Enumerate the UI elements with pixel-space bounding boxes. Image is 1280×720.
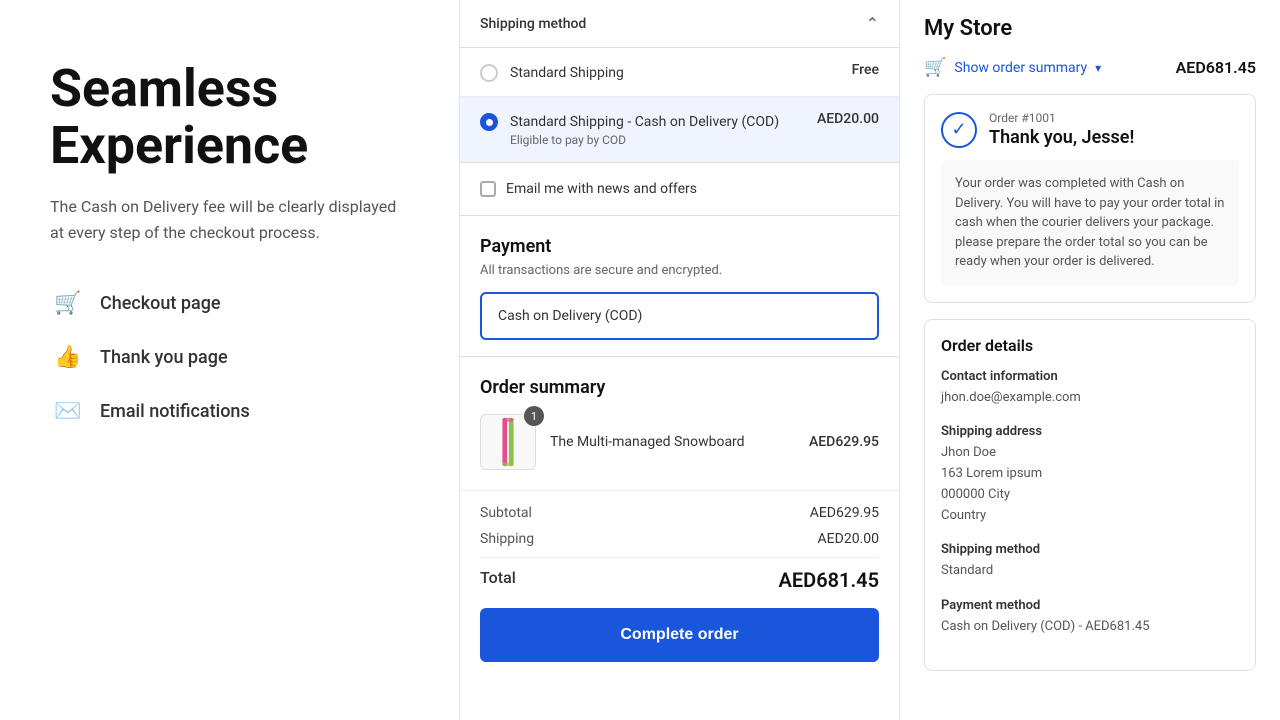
order-summary-toggle[interactable]: 🛒 Show order summary ▾ AED681.45 bbox=[924, 57, 1256, 78]
order-confirmed-description: Your order was completed with Cash on De… bbox=[941, 160, 1239, 286]
order-number: Order #1001 bbox=[989, 111, 1134, 125]
email-checkbox-label[interactable]: Email me with news and offers bbox=[506, 181, 697, 197]
feature-checkout: 🛒 Checkout page bbox=[50, 286, 409, 322]
order-details-title: Order details bbox=[941, 336, 1239, 355]
shipping-address-label: Shipping address bbox=[941, 424, 1239, 439]
order-details-card: Order details Contact information jhon.d… bbox=[924, 319, 1256, 672]
shipping-cod-name: Standard Shipping - Cash on Delivery (CO… bbox=[510, 114, 779, 130]
thankyou-icon: 👍 bbox=[50, 340, 86, 376]
payment-method-value: Cash on Delivery (COD) - AED681.45 bbox=[941, 617, 1239, 638]
product-row: 1 The Multi-managed Snowboard AED629.95 bbox=[480, 414, 879, 470]
totals-section: Subtotal AED629.95 Shipping AED20.00 Tot… bbox=[460, 490, 899, 592]
shipping-standard-price: Free bbox=[852, 62, 879, 78]
email-checkbox[interactable] bbox=[480, 181, 496, 197]
checkout-icon: 🛒 bbox=[50, 286, 86, 322]
shipping-label: Shipping bbox=[480, 531, 534, 547]
payment-title: Payment bbox=[480, 236, 879, 257]
shipping-cod-sub: Eligible to pay by COD bbox=[510, 133, 805, 147]
cart-icon: 🛒 bbox=[924, 57, 946, 78]
radio-cod[interactable] bbox=[480, 113, 498, 131]
shipping-chevron-icon: ⌃ bbox=[866, 14, 879, 33]
subtotal-value: AED629.95 bbox=[810, 505, 879, 521]
email-section: Email me with news and offers bbox=[460, 163, 899, 216]
shipping-address-section: Shipping address Jhon Doe 163 Lorem ipsu… bbox=[941, 424, 1239, 526]
show-summary-text[interactable]: Show order summary bbox=[954, 60, 1087, 76]
payment-section: Payment All transactions are secure and … bbox=[460, 216, 899, 357]
payment-method-label: Payment method bbox=[941, 598, 1239, 613]
shipping-address-country: Country bbox=[941, 506, 1239, 527]
contact-info-value: jhon.doe@example.com bbox=[941, 388, 1239, 409]
shipping-section: Shipping method ⌃ Standard Shipping Free… bbox=[460, 0, 899, 163]
headline: Seamless Experience bbox=[50, 60, 409, 174]
check-symbol: ✓ bbox=[951, 119, 966, 140]
product-quantity-badge: 1 bbox=[524, 406, 544, 426]
order-confirmed-info: Order #1001 Thank you, Jesse! bbox=[989, 111, 1134, 148]
order-summary-section: Order summary 1 The Multi-managed Snowbo… bbox=[460, 357, 899, 470]
right-panel: My Store 🛒 Show order summary ▾ AED681.4… bbox=[900, 0, 1280, 720]
summary-chevron-icon: ▾ bbox=[1095, 61, 1101, 75]
radio-cod-inner bbox=[486, 119, 493, 126]
feature-thankyou: 👍 Thank you page bbox=[50, 340, 409, 376]
shipping-method-section: Shipping method Standard bbox=[941, 542, 1239, 582]
middle-panel: Shipping method ⌃ Standard Shipping Free… bbox=[460, 0, 900, 720]
contact-info-section: Contact information jhon.doe@example.com bbox=[941, 369, 1239, 409]
shipping-cod-price: AED20.00 bbox=[817, 111, 879, 127]
description: The Cash on Delivery fee will be clearly… bbox=[50, 194, 409, 245]
shipping-option-cod-info: Standard Shipping - Cash on Delivery (CO… bbox=[510, 111, 805, 147]
contact-info-label: Contact information bbox=[941, 369, 1239, 384]
grand-total-value: AED681.45 bbox=[779, 568, 879, 592]
left-panel: Seamless Experience The Cash on Delivery… bbox=[0, 0, 460, 720]
shipping-address-name: Jhon Doe bbox=[941, 443, 1239, 464]
subtotal-row: Subtotal AED629.95 bbox=[480, 505, 879, 521]
shipping-option-standard[interactable]: Standard Shipping Free bbox=[460, 48, 899, 97]
shipping-row: Shipping AED20.00 bbox=[480, 531, 879, 547]
product-name: The Multi-managed Snowboard bbox=[550, 434, 795, 450]
shipping-standard-name: Standard Shipping bbox=[510, 65, 624, 81]
toggle-left: 🛒 Show order summary ▾ bbox=[924, 57, 1101, 78]
shipping-header[interactable]: Shipping method ⌃ bbox=[460, 0, 899, 48]
shipping-section-title: Shipping method bbox=[480, 16, 586, 32]
email-label: Email notifications bbox=[100, 401, 250, 422]
order-total-display: AED681.45 bbox=[1176, 58, 1256, 77]
payment-subtitle: All transactions are secure and encrypte… bbox=[480, 263, 879, 278]
shipping-option-cod[interactable]: Standard Shipping - Cash on Delivery (CO… bbox=[460, 97, 899, 162]
order-confirmed-card: ✓ Order #1001 Thank you, Jesse! Your ord… bbox=[924, 94, 1256, 303]
checkout-label: Checkout page bbox=[100, 293, 221, 314]
grand-total-label: Total bbox=[480, 568, 516, 592]
subtotal-label: Subtotal bbox=[480, 505, 532, 521]
thank-you-text: Thank you, Jesse! bbox=[989, 127, 1134, 148]
product-image-wrapper: 1 bbox=[480, 414, 536, 470]
complete-order-button[interactable]: Complete order bbox=[480, 608, 879, 662]
shipping-option-standard-info: Standard Shipping bbox=[510, 62, 840, 81]
radio-standard[interactable] bbox=[480, 64, 498, 82]
thankyou-label: Thank you page bbox=[100, 347, 228, 368]
order-summary-title: Order summary bbox=[480, 377, 879, 398]
check-circle-icon: ✓ bbox=[941, 112, 977, 148]
shipping-value: AED20.00 bbox=[818, 531, 879, 547]
shipping-method-label: Shipping method bbox=[941, 542, 1239, 557]
product-image-svg bbox=[486, 416, 530, 468]
payment-method-section: Payment method Cash on Delivery (COD) - … bbox=[941, 598, 1239, 638]
payment-method-box: Cash on Delivery (COD) bbox=[480, 292, 879, 340]
store-title: My Store bbox=[924, 16, 1256, 41]
shipping-address-street: 163 Lorem ipsum bbox=[941, 464, 1239, 485]
shipping-address-city: 000000 City bbox=[941, 485, 1239, 506]
feature-list: 🛒 Checkout page 👍 Thank you page ✉️ Emai… bbox=[50, 286, 409, 430]
feature-email: ✉️ Email notifications bbox=[50, 394, 409, 430]
order-confirmed-header: ✓ Order #1001 Thank you, Jesse! bbox=[941, 111, 1239, 148]
grand-total-row: Total AED681.45 bbox=[480, 557, 879, 592]
email-icon: ✉️ bbox=[50, 394, 86, 430]
product-price: AED629.95 bbox=[809, 434, 879, 450]
shipping-method-value: Standard bbox=[941, 561, 1239, 582]
